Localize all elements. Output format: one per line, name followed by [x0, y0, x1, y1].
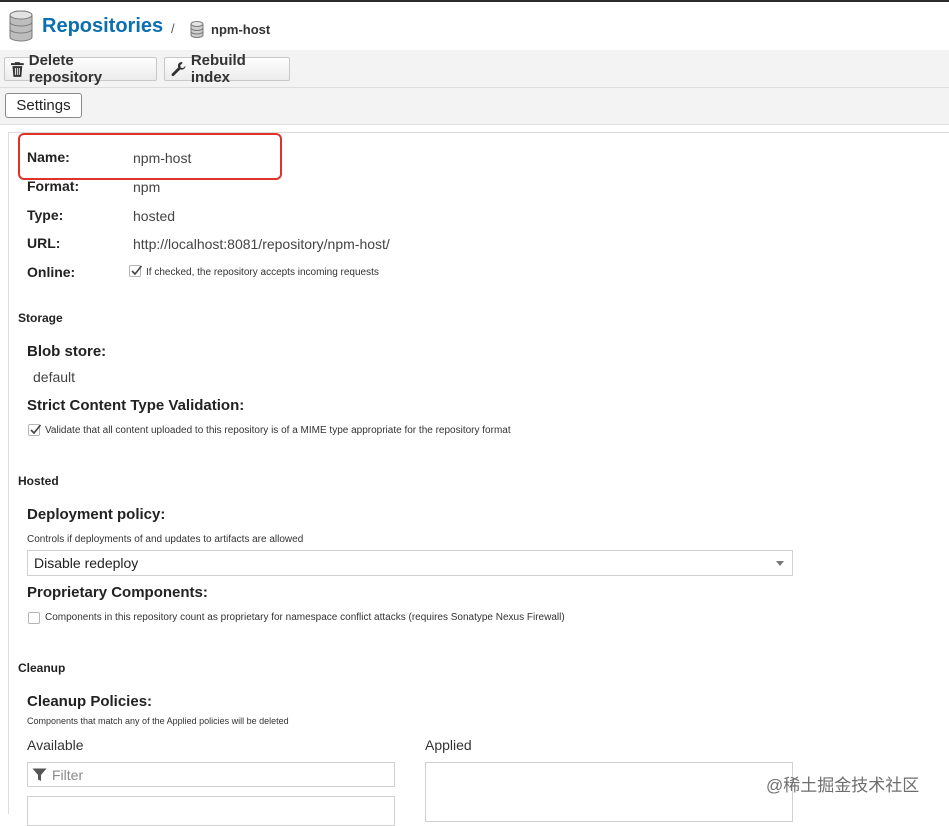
database-icon [190, 21, 204, 38]
wrench-icon [171, 62, 186, 77]
rebuild-index-label: Rebuild index [190, 52, 246, 86]
tab-bar: Settings [0, 88, 949, 125]
online-label: Online: [27, 264, 76, 280]
format-label: Format: [27, 178, 80, 194]
applied-label: Applied [425, 737, 472, 753]
database-icon [9, 10, 33, 42]
delete-repository-button[interactable]: Delete repository [4, 52, 157, 86]
breadcrumb-current: npm-host [211, 22, 271, 37]
settings-panel [8, 132, 949, 814]
proprietary-components-checkbox[interactable] [28, 612, 40, 624]
hosted-section-title: Hosted [18, 474, 59, 488]
strict-validation-label: Strict Content Type Validation: [27, 397, 245, 414]
online-checkbox[interactable] [129, 265, 143, 277]
proprietary-components-label: Proprietary Components: [27, 584, 208, 601]
breadcrumb-repositories-link[interactable]: Repositories [42, 15, 163, 38]
deployment-policy-help-text: Controls if deployments of and updates t… [27, 534, 304, 545]
toolbar: Delete repository Rebuild index [0, 50, 949, 88]
chevron-down-icon [776, 561, 784, 566]
cleanup-section-title: Cleanup [18, 661, 66, 675]
strict-validation-checkbox[interactable] [28, 424, 42, 436]
available-label: Available [27, 737, 84, 753]
filter-input[interactable]: Filter [27, 762, 395, 787]
filter-placeholder: Filter [52, 767, 84, 783]
url-value: http://localhost:8081/repository/npm-hos… [133, 236, 390, 252]
type-label: Type: [27, 207, 64, 223]
name-label: Name: [27, 149, 70, 165]
watermark: @稀土掘金技术社区 [766, 776, 920, 795]
checkmark-icon [131, 265, 143, 276]
name-value: npm-host [133, 150, 192, 166]
format-value: npm [133, 179, 161, 195]
storage-section-title: Storage [18, 311, 63, 325]
strict-validation-help-text: Validate that all content uploaded to th… [45, 425, 511, 436]
available-policies-list[interactable] [27, 796, 395, 826]
trash-icon [11, 61, 24, 77]
breadcrumb: Repositories / npm-host [0, 2, 949, 50]
blob-store-label: Blob store: [27, 343, 107, 360]
url-label: URL: [27, 235, 61, 251]
blob-store-value: default [33, 369, 76, 385]
cleanup-policies-help-text: Components that match any of the Applied… [27, 716, 289, 726]
type-value: hosted [133, 208, 176, 224]
online-help-text: If checked, the repository accepts incom… [146, 267, 379, 278]
proprietary-components-help-text: Components in this repository count as p… [45, 612, 565, 623]
delete-repository-label: Delete repository [28, 52, 103, 86]
checkmark-icon [30, 424, 42, 435]
deployment-policy-select[interactable]: Disable redeploy [27, 550, 793, 576]
filter-icon [32, 768, 47, 781]
breadcrumb-separator: / [171, 21, 175, 36]
deployment-policy-label: Deployment policy: [27, 506, 166, 523]
applied-policies-list[interactable] [425, 762, 793, 822]
cleanup-policies-label: Cleanup Policies: [27, 693, 153, 710]
rebuild-index-button[interactable]: Rebuild index [164, 52, 290, 86]
tab-settings[interactable]: Settings [5, 93, 82, 118]
deployment-policy-value: Disable redeploy [34, 555, 139, 571]
